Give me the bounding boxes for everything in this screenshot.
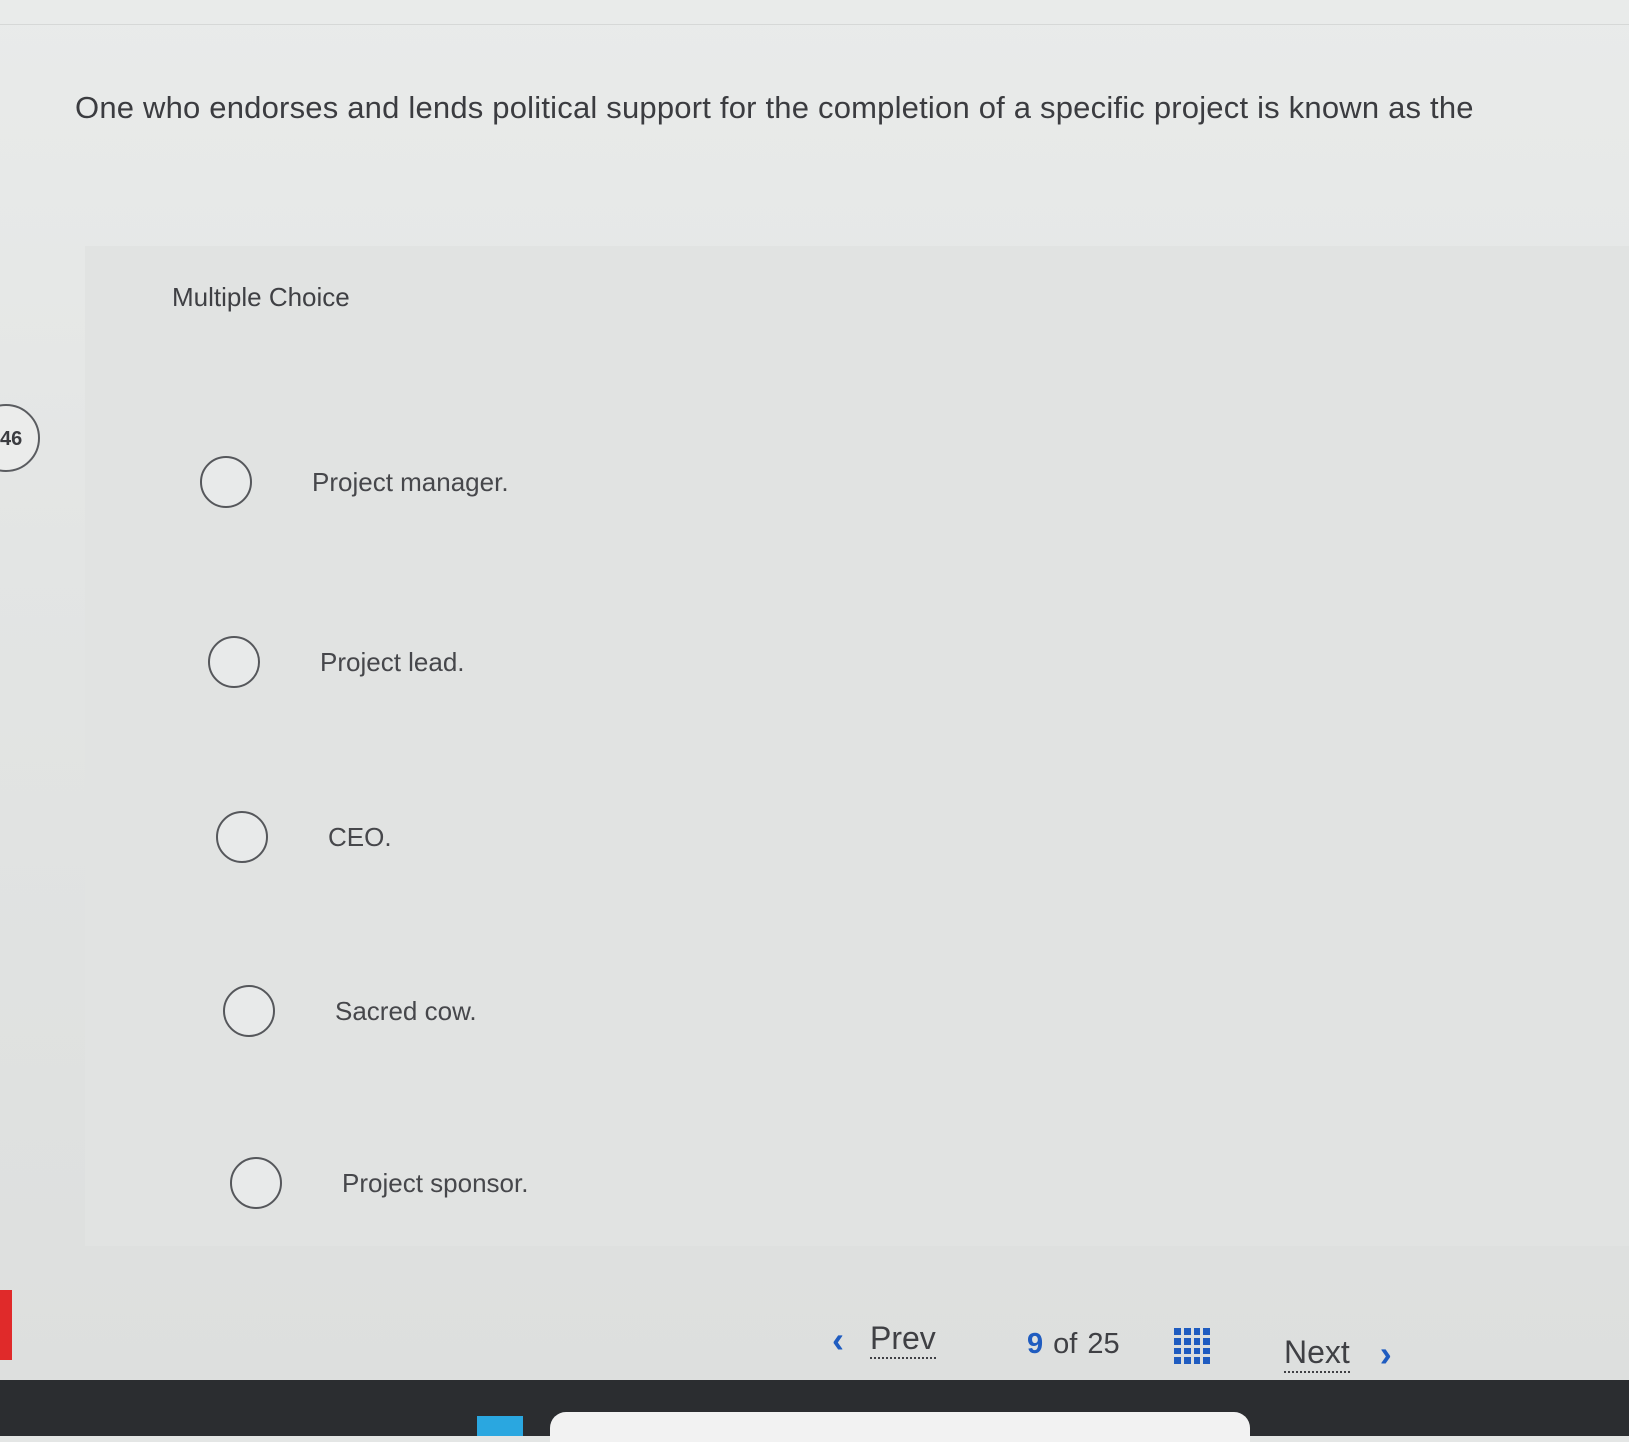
question-text: One who endorses and lends political sup… [75,90,1474,125]
prev-button[interactable]: ‹ Prev [832,1320,936,1359]
radio-button[interactable] [223,985,275,1037]
radio-button[interactable] [200,456,252,508]
option-project-sponsor[interactable]: Project sponsor. [230,1148,528,1218]
option-project-lead[interactable]: Project lead. [208,627,465,697]
windows-start-icon[interactable] [477,1416,523,1436]
prev-label: Prev [870,1320,936,1359]
radio-button[interactable] [208,636,260,688]
option-project-manager[interactable]: Project manager. [200,447,509,517]
taskbar-search-box[interactable] [550,1412,1250,1442]
option-label: Project lead. [320,646,465,677]
option-sacred-cow[interactable]: Sacred cow. [223,976,477,1046]
option-label: Project manager. [312,466,509,497]
chevron-left-icon: ‹ [832,1318,844,1360]
quiz-screen: 46 One who endorses and lends political … [0,0,1629,1380]
option-ceo[interactable]: CEO. [216,802,392,872]
total-pages: 25 [1087,1328,1120,1360]
radio-button[interactable] [230,1157,282,1209]
page-indicator: 9 of 25 [1027,1328,1120,1361]
current-page: 9 [1027,1328,1044,1360]
next-button[interactable]: Next › [1284,1334,1392,1373]
radio-button[interactable] [216,811,268,863]
top-divider [0,24,1629,25]
page-separator: of [1053,1328,1078,1360]
choice-panel [85,246,1629,1246]
option-label: CEO. [328,821,392,852]
option-label: Sacred cow. [335,995,477,1026]
next-label: Next [1284,1334,1350,1373]
option-label: Project sponsor. [342,1167,529,1198]
question-number: 46 [0,428,23,450]
question-grid-icon[interactable] [1174,1328,1210,1364]
chevron-right-icon: › [1379,1332,1392,1374]
question-navigation: ‹ Prev 9 of 25 Next › [0,1320,1629,1380]
section-label: Multiple Choice [172,282,350,312]
